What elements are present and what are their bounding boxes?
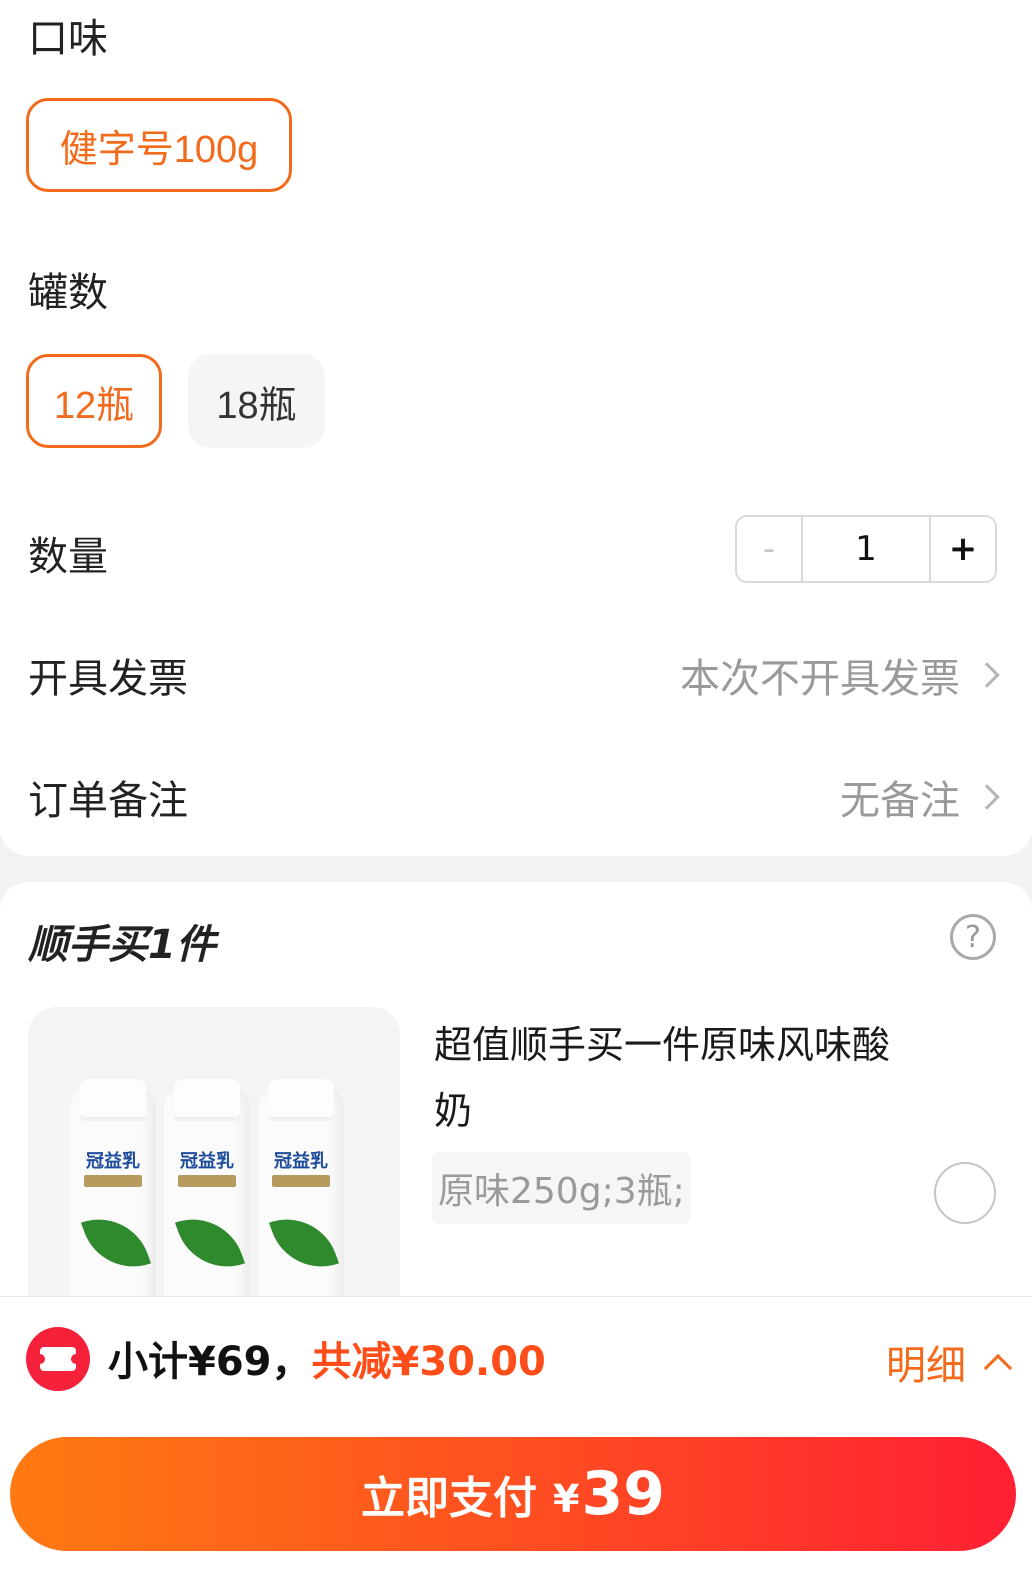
pay-currency: ¥ <box>553 1477 580 1521</box>
bottle: 冠益乳 <box>258 1079 344 1307</box>
quantity-stepper: - 1 + <box>735 515 997 583</box>
chevron-up-icon <box>983 1353 1013 1383</box>
pay-amount: 39 <box>581 1459 665 1529</box>
cap <box>174 1079 240 1121</box>
brand-text: 冠益乳 <box>86 1151 140 1172</box>
cans-label: 罐数 <box>28 270 108 316</box>
brand-text: 冠益乳 <box>274 1151 328 1172</box>
remark-row[interactable]: 无备注 <box>840 768 1002 826</box>
detail-toggle[interactable]: 明细 <box>886 1333 1013 1391</box>
order-options-card: 口味 健字号100g 罐数 12瓶 18瓶 数量 - 1 + 开具发票 本次不开… <box>0 0 1032 856</box>
band <box>84 1175 142 1187</box>
pay-now-button[interactable]: 立即支付 ¥ 39 <box>10 1437 1016 1551</box>
invoice-value: 本次不开具发票 <box>680 656 960 702</box>
remark-value: 无备注 <box>840 778 960 824</box>
quantity-label: 数量 <box>28 534 108 580</box>
discount-text: 共减¥30.00 <box>311 1339 546 1385</box>
pay-label: 立即支付 <box>361 1473 538 1524</box>
remark-label: 订单备注 <box>28 778 188 824</box>
brand-text: 冠益乳 <box>180 1151 234 1172</box>
addon-title: 顺手买1件 <box>28 922 216 968</box>
checkout-bar: 小计¥69， 共减¥30.00 明细 立即支付 ¥ 39 <box>0 1296 1032 1576</box>
product-title[interactable]: 超值顺手买一件原味风味酸奶 <box>434 1012 904 1144</box>
inner <box>35 1347 81 1371</box>
chevron-right-icon <box>974 662 1000 688</box>
bottle: 冠益乳 <box>70 1079 156 1307</box>
help-icon[interactable]: ? <box>950 914 996 960</box>
flavor-label: 口味 <box>28 16 108 62</box>
coupon-icon <box>26 1327 90 1391</box>
leaf <box>174 1204 246 1282</box>
product-image[interactable]: 冠益乳 冠益乳 冠益乳 <box>28 1007 400 1307</box>
bottle: 冠益乳 <box>164 1079 250 1307</box>
price-summary: 小计¥69， 共减¥30.00 <box>108 1329 546 1387</box>
flavor-option-selected[interactable]: 健字号100g <box>26 98 292 192</box>
quantity-plus-button[interactable]: + <box>929 517 995 581</box>
addon-select-radio[interactable] <box>934 1162 996 1224</box>
quantity-minus-button[interactable]: - <box>737 517 803 581</box>
quantity-value[interactable]: 1 <box>803 517 929 581</box>
leaf <box>80 1204 152 1282</box>
invoice-row[interactable]: 本次不开具发票 <box>680 646 1002 704</box>
addon-card: 顺手买1件 ? 冠益乳 冠益乳 冠益乳 超值顺手买一件原味风味酸奶 原味250g… <box>0 882 1032 1307</box>
subtotal-text: 小计¥69， <box>108 1339 312 1385</box>
checkout-page: 口味 健字号100g 罐数 12瓶 18瓶 数量 - 1 + 开具发票 本次不开… <box>0 0 1032 1576</box>
invoice-label: 开具发票 <box>28 656 188 702</box>
cans-option-12[interactable]: 12瓶 <box>26 354 162 448</box>
product-spec[interactable]: 原味250g;3瓶; <box>432 1152 691 1224</box>
detail-label: 明细 <box>886 1343 966 1389</box>
cap <box>80 1079 146 1121</box>
band <box>272 1175 330 1187</box>
leaf <box>268 1204 340 1282</box>
cap <box>268 1079 334 1121</box>
chevron-right-icon <box>974 784 1000 810</box>
band <box>178 1175 236 1187</box>
cans-option-18[interactable]: 18瓶 <box>188 354 325 448</box>
